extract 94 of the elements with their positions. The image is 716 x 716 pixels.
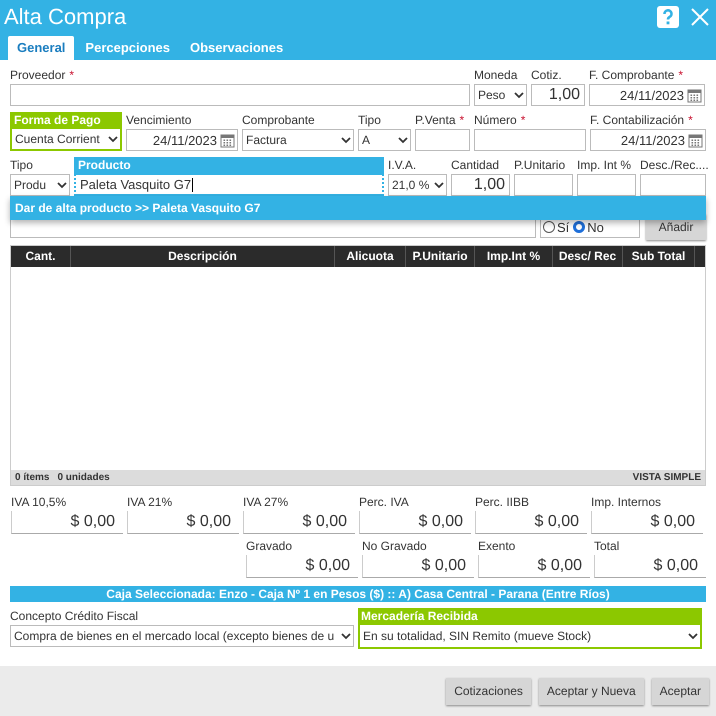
column-header: Desc/ Rec bbox=[553, 246, 623, 267]
chevron-icon bbox=[398, 136, 408, 144]
column-header: Alicuota bbox=[335, 246, 406, 267]
calendar-icon[interactable] bbox=[688, 132, 703, 148]
text-field[interactable] bbox=[577, 174, 636, 196]
amount-field: $ 0,00 bbox=[243, 511, 355, 534]
amount-field: $ 0,00 bbox=[362, 555, 474, 578]
chevron-icon bbox=[341, 632, 351, 640]
column-header: Imp.Int % bbox=[475, 246, 553, 267]
column-header: Descripción bbox=[71, 246, 335, 267]
amount-field: $ 0,00 bbox=[127, 511, 239, 534]
calendar-icon[interactable] bbox=[687, 88, 702, 102]
select-field[interactable]: Compra de bienes en el mercado local (excepto bienes de u bbox=[10, 625, 354, 647]
field-label: Desc./Rec.... bbox=[640, 157, 709, 174]
chevron-icon bbox=[57, 182, 67, 188]
view-mode-link[interactable]: VISTA SIMPLE bbox=[632, 472, 701, 483]
text-field[interactable] bbox=[640, 174, 706, 196]
field-label: I.V.A. bbox=[388, 157, 416, 174]
field-label: Vencimiento bbox=[126, 112, 192, 129]
field-label: Número bbox=[474, 112, 517, 129]
total-label: Gravado bbox=[246, 538, 294, 555]
footer-button[interactable]: Aceptar bbox=[652, 678, 709, 704]
field-label: Tipo bbox=[358, 112, 381, 129]
amount-field: $ 0,00 bbox=[359, 511, 471, 534]
required-mark: * bbox=[69, 67, 74, 84]
select-field[interactable]: 21,0 % bbox=[388, 174, 447, 196]
field-label: Moneda bbox=[474, 67, 518, 84]
calendar-icon[interactable] bbox=[220, 132, 235, 148]
total-label: IVA 21% bbox=[127, 494, 174, 511]
cash-register-banner: Caja Seleccionada: Enzo - Caja Nº 1 en Pesos ($) :: A) Casa Central - Parana (Entre Ríos) bbox=[10, 586, 706, 602]
field-label: Mercadería Recibida bbox=[360, 608, 479, 625]
chevron-icon bbox=[514, 92, 524, 98]
date-field[interactable]: 24/11/2023 bbox=[590, 129, 706, 151]
field-label: Imp. Int % bbox=[577, 157, 632, 174]
units-count: 0 unidades bbox=[57, 472, 110, 483]
total-label: Perc. IVA bbox=[359, 494, 410, 511]
chevron-icon bbox=[434, 182, 444, 188]
column-header: Sub Total bbox=[623, 246, 695, 267]
chevron-icon bbox=[108, 136, 118, 142]
column-header: P.Unitario bbox=[406, 246, 475, 267]
number-field[interactable]: 1,00 bbox=[531, 84, 585, 106]
select-field[interactable]: En su totalidad, SIN Remito (mueve Stock) bbox=[360, 625, 700, 647]
select-field[interactable]: Cuenta Corrient bbox=[10, 129, 122, 151]
items-count: 0 ítems bbox=[15, 472, 50, 483]
total-label: IVA 10,5% bbox=[11, 494, 68, 511]
text-field[interactable] bbox=[10, 84, 470, 106]
total-label: Exento bbox=[478, 538, 516, 555]
amount-field: $ 0,00 bbox=[11, 511, 123, 534]
amount-field: $ 0,00 bbox=[475, 511, 587, 534]
required-mark: * bbox=[520, 112, 526, 129]
radio-option[interactable]: Sí bbox=[543, 220, 570, 234]
total-label: IVA 27% bbox=[243, 494, 290, 511]
field-label: Producto bbox=[74, 157, 384, 174]
text-field[interactable] bbox=[474, 129, 586, 151]
text-field[interactable] bbox=[415, 129, 470, 151]
total-label: Perc. IIBB bbox=[475, 494, 530, 511]
number-field[interactable]: 1,00 bbox=[451, 174, 510, 196]
footer-button[interactable]: Cotizaciones bbox=[446, 678, 531, 704]
field-label: Forma de Pago bbox=[10, 112, 122, 129]
chevron-icon bbox=[688, 632, 698, 640]
tab[interactable]: General bbox=[8, 36, 74, 60]
select-field[interactable]: A bbox=[358, 129, 411, 151]
date-field[interactable]: 24/11/2023 bbox=[126, 129, 238, 151]
chevron-icon bbox=[341, 136, 351, 144]
amount-field: $ 0,00 bbox=[478, 555, 590, 578]
total-label: Total bbox=[594, 538, 620, 555]
field-label: Cotiz. bbox=[531, 67, 562, 84]
column-header: Cant. bbox=[11, 246, 71, 267]
field-label: Proveedor bbox=[10, 67, 66, 84]
field-label: Tipo bbox=[10, 157, 33, 174]
amount-field: $ 0,00 bbox=[246, 555, 358, 578]
field-label: P.Venta bbox=[415, 112, 456, 129]
amount-field: $ 0,00 bbox=[594, 555, 706, 578]
select-field[interactable]: Peso bbox=[474, 84, 527, 106]
total-label: Imp. Internos bbox=[591, 494, 662, 511]
required-mark: * bbox=[688, 112, 693, 129]
select-field[interactable]: Produ bbox=[10, 174, 70, 196]
select-field[interactable]: Factura bbox=[242, 129, 354, 151]
total-label: No Gravado bbox=[362, 538, 428, 555]
required-mark: * bbox=[678, 67, 684, 84]
required-mark: * bbox=[460, 112, 464, 129]
field-label: P.Unitario bbox=[514, 157, 566, 174]
amount-field: $ 0,00 bbox=[591, 511, 703, 534]
field-label: F. Comprobante bbox=[589, 67, 674, 84]
field-label: F. Contabilización bbox=[590, 112, 684, 129]
field-label: Cantidad bbox=[451, 157, 500, 174]
close-icon[interactable] bbox=[690, 7, 710, 27]
date-field[interactable]: 24/11/2023 bbox=[589, 84, 705, 106]
footer-button[interactable]: Aceptar y Nueva bbox=[538, 678, 644, 704]
window-title: Alta Compra bbox=[4, 4, 128, 30]
field-label: Comprobante bbox=[242, 112, 315, 129]
field-label: Concepto Crédito Fiscal bbox=[10, 608, 140, 625]
text-field[interactable] bbox=[514, 174, 573, 196]
help-icon[interactable] bbox=[656, 5, 680, 29]
